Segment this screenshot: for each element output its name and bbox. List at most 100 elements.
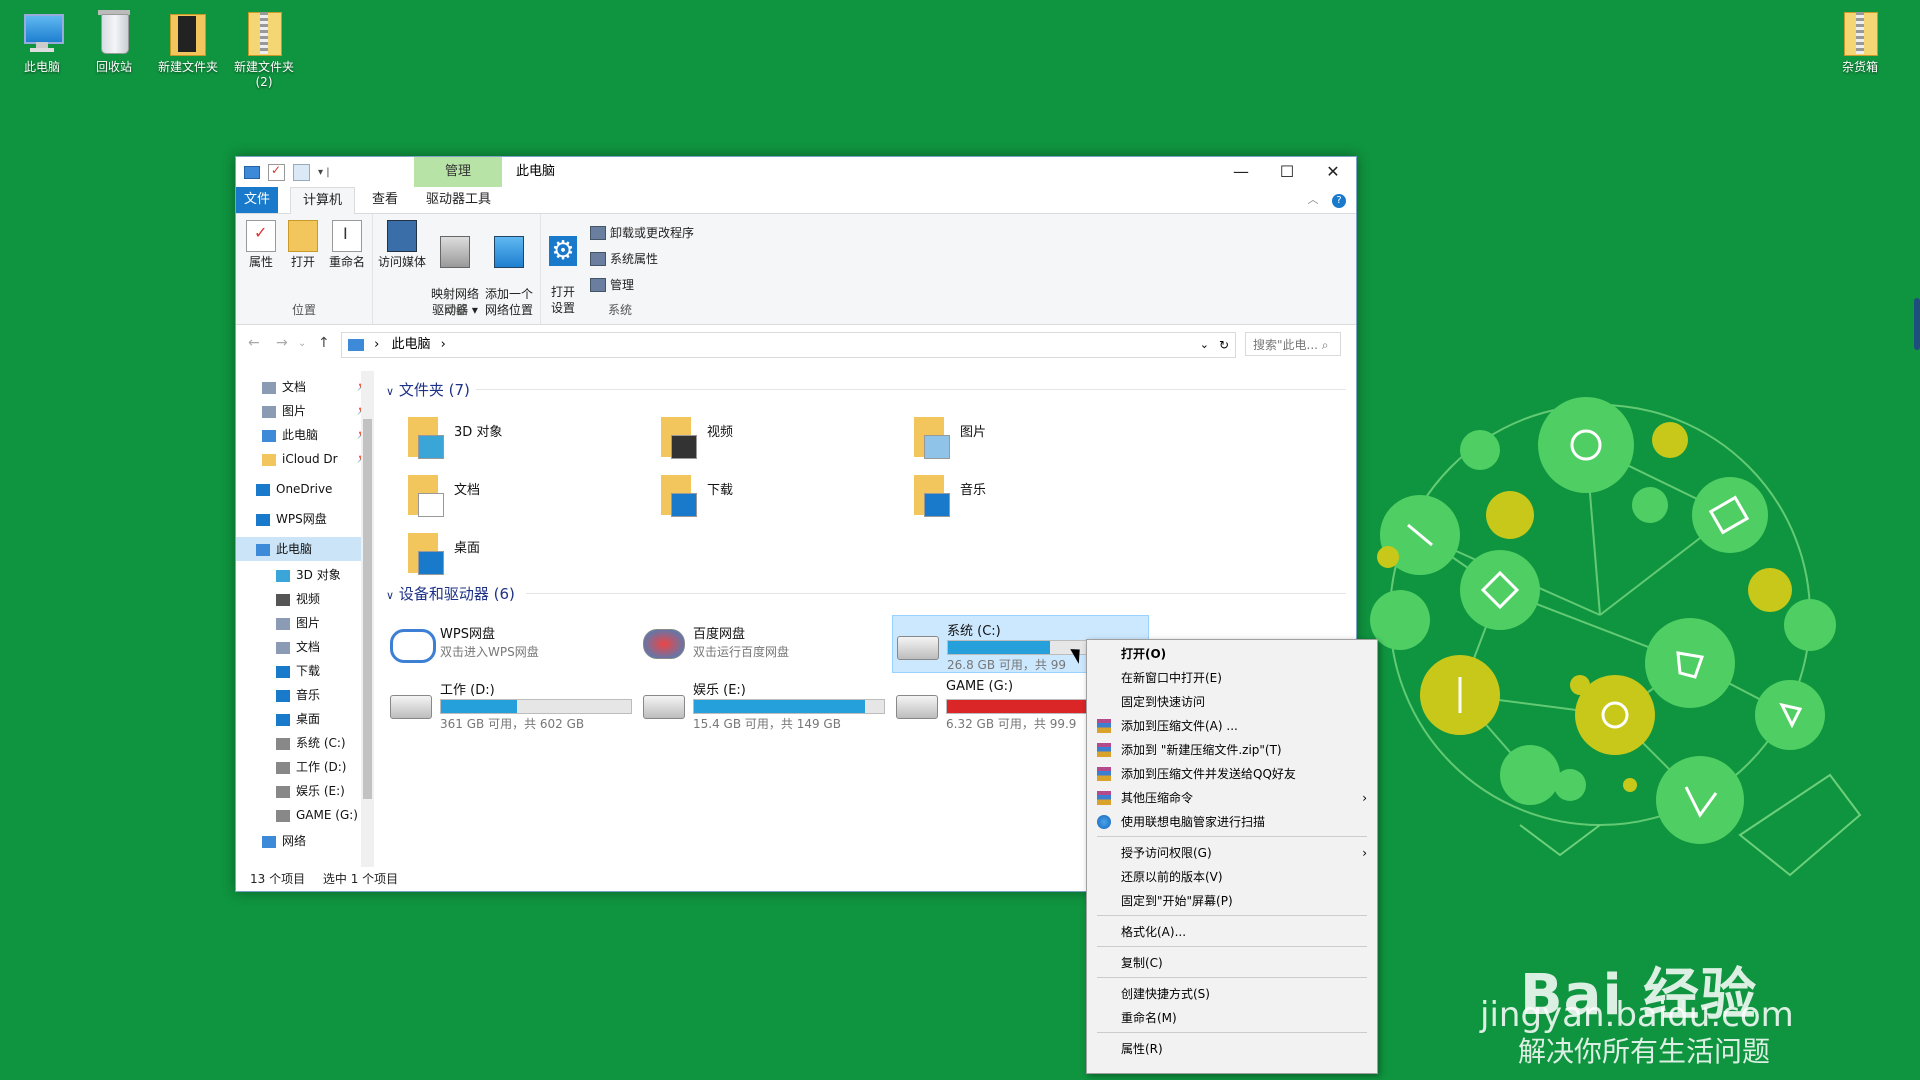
- context-menu-item[interactable]: 打开(O): [1087, 642, 1377, 666]
- context-menu-item[interactable]: 添加到压缩文件(A) ...: [1087, 714, 1377, 738]
- nav-item[interactable]: 桌面: [236, 707, 371, 731]
- drive-usage-fill: [441, 700, 517, 713]
- desktop-icon-junk-box[interactable]: 杂货箱: [1818, 8, 1902, 75]
- folder-item[interactable]: 桌面: [406, 531, 636, 583]
- nav-item[interactable]: 图片: [236, 611, 371, 635]
- nav-item[interactable]: 3D 对象: [236, 563, 371, 587]
- folder-icon: [406, 417, 444, 461]
- back-arrow-icon[interactable]: ←: [248, 335, 260, 351]
- nav-item[interactable]: 此电脑: [236, 537, 371, 561]
- collapse-ribbon-icon[interactable]: ︿: [1308, 193, 1319, 206]
- context-menu-item[interactable]: 授予访问权限(G) ›: [1087, 841, 1377, 865]
- context-menu-item[interactable]: 使用联想电脑管家进行扫描: [1087, 810, 1377, 834]
- edge-panel-handle[interactable]: [1914, 298, 1920, 350]
- nav-item[interactable]: 此电脑📌: [236, 423, 371, 447]
- nav-item[interactable]: 文档📌: [236, 375, 371, 399]
- drive-item[interactable]: 工作 (D:) 361 GB 可用，共 602 GB: [386, 675, 641, 731]
- up-arrow-icon[interactable]: ↑: [318, 335, 330, 351]
- menu-separator: [1097, 915, 1367, 916]
- tab-view[interactable]: 查看: [360, 187, 410, 213]
- folder-label: 图片: [960, 425, 987, 440]
- context-menu-item[interactable]: 复制(C): [1087, 951, 1377, 975]
- open-button[interactable]: 打开: [284, 220, 322, 270]
- address-input[interactable]: › 此电脑 › ⌄ ↻: [341, 332, 1236, 358]
- properties-button[interactable]: 属性: [242, 220, 280, 270]
- nav-item[interactable]: 网络: [236, 829, 371, 853]
- close-button[interactable]: ✕: [1310, 157, 1356, 187]
- folder-item[interactable]: 下载: [659, 473, 889, 525]
- nav-item[interactable]: 文档: [236, 635, 371, 659]
- section-divider: [476, 389, 1346, 390]
- nav-item[interactable]: WPS网盘: [236, 507, 371, 531]
- manage-button[interactable]: 管理: [590, 276, 634, 293]
- lightbulb-decoration: [1360, 395, 1880, 895]
- folder-item[interactable]: 视频: [659, 415, 889, 467]
- forward-arrow-icon[interactable]: →: [276, 335, 288, 351]
- button-label: 重命名: [328, 255, 365, 269]
- access-media-button[interactable]: 访问媒体: [376, 220, 428, 270]
- tab-computer[interactable]: 计算机: [290, 187, 356, 215]
- document-icon: [418, 493, 444, 517]
- menu-separator: [1097, 946, 1367, 947]
- uninstall-programs-button[interactable]: 卸载或更改程序: [590, 224, 694, 241]
- desktop-icon-recycle-bin[interactable]: 回收站: [72, 8, 156, 75]
- drive-item[interactable]: 娱乐 (E:) 15.4 GB 可用，共 149 GB: [639, 675, 894, 731]
- drive-item[interactable]: 百度网盘 双击运行百度网盘: [639, 619, 894, 675]
- customize-toolbar-icon[interactable]: ▾ |: [318, 167, 330, 178]
- download-icon: [276, 665, 290, 678]
- help-icon[interactable]: ?: [1332, 194, 1346, 208]
- context-menu-item[interactable]: 固定到快速访问: [1087, 690, 1377, 714]
- system-properties-icon: [590, 251, 606, 266]
- nav-item[interactable]: 娱乐 (E:): [236, 779, 371, 803]
- nav-item[interactable]: 工作 (D:): [236, 755, 371, 779]
- context-menu-item[interactable]: 属性(R): [1087, 1037, 1377, 1061]
- rename-button[interactable]: 重命名: [326, 220, 368, 270]
- tab-file[interactable]: 文件: [236, 187, 278, 213]
- nav-scroll-thumb[interactable]: [363, 419, 372, 799]
- nav-item-label: 娱乐 (E:): [296, 784, 345, 798]
- context-menu-item[interactable]: 其他压缩命令 ›: [1087, 786, 1377, 810]
- nav-item[interactable]: 视频: [236, 587, 371, 611]
- search-input[interactable]: 搜索"此电... ⌕: [1245, 332, 1341, 356]
- folders-section-header[interactable]: ∨ 文件夹 (7): [386, 379, 470, 400]
- maximize-button[interactable]: ☐: [1264, 157, 1310, 187]
- tab-drive-tools[interactable]: 驱动器工具: [414, 187, 503, 213]
- context-menu-item[interactable]: 添加到 "新建压缩文件.zip"(T): [1087, 738, 1377, 762]
- nav-scrollbar[interactable]: [361, 371, 374, 867]
- new-folder-quick-icon[interactable]: [293, 164, 310, 181]
- recent-locations-icon[interactable]: ⌄: [298, 338, 306, 349]
- properties-quick-icon[interactable]: [268, 163, 285, 181]
- nav-item[interactable]: GAME (G:): [236, 803, 371, 827]
- folder-item[interactable]: 音乐: [912, 473, 1142, 525]
- drives-section-header[interactable]: ∨ 设备和驱动器 (6): [386, 583, 515, 604]
- folder-item[interactable]: 3D 对象: [406, 415, 636, 467]
- address-dropdown-icon[interactable]: ⌄: [1200, 333, 1209, 357]
- context-menu-item[interactable]: 重命名(M): [1087, 1006, 1377, 1030]
- nav-item[interactable]: 图片📌: [236, 399, 371, 423]
- nav-item[interactable]: OneDrive: [236, 477, 371, 501]
- desktop-icon-new-folder[interactable]: 新建文件夹: [146, 8, 230, 75]
- system-properties-button[interactable]: 系统属性: [590, 250, 658, 267]
- nav-item[interactable]: iCloud Dr📌: [236, 447, 371, 471]
- context-menu-item[interactable]: 在新窗口中打开(E): [1087, 666, 1377, 690]
- folder-label: 视频: [707, 425, 734, 440]
- tab-manage[interactable]: 管理: [414, 157, 502, 187]
- hard-drive-icon: [390, 695, 432, 719]
- nav-item[interactable]: 系统 (C:): [236, 731, 371, 755]
- context-menu-item[interactable]: 添加到压缩文件并发送给QQ好友: [1087, 762, 1377, 786]
- desktop-icon-new-folder-2[interactable]: 新建文件夹 (2): [222, 8, 306, 90]
- drive-subtitle: 双击运行百度网盘: [693, 645, 790, 659]
- folder-item[interactable]: 图片: [912, 415, 1142, 467]
- drive-item[interactable]: WPS网盘 双击进入WPS网盘: [386, 619, 641, 675]
- context-menu-item[interactable]: 创建快捷方式(S): [1087, 982, 1377, 1006]
- nav-item[interactable]: 下载: [236, 659, 371, 683]
- nav-item[interactable]: 音乐: [236, 683, 371, 707]
- nav-item-label: 此电脑: [282, 428, 319, 442]
- context-menu-item[interactable]: 还原以前的版本(V): [1087, 865, 1377, 889]
- refresh-icon[interactable]: ↻: [1219, 333, 1229, 357]
- context-menu-item[interactable]: 固定到"开始"屏幕(P): [1087, 889, 1377, 913]
- context-menu-item[interactable]: 格式化(A)...: [1087, 920, 1377, 944]
- folder-item[interactable]: 文档: [406, 473, 636, 525]
- minimize-button[interactable]: —: [1218, 157, 1264, 187]
- network-icon: [262, 835, 276, 848]
